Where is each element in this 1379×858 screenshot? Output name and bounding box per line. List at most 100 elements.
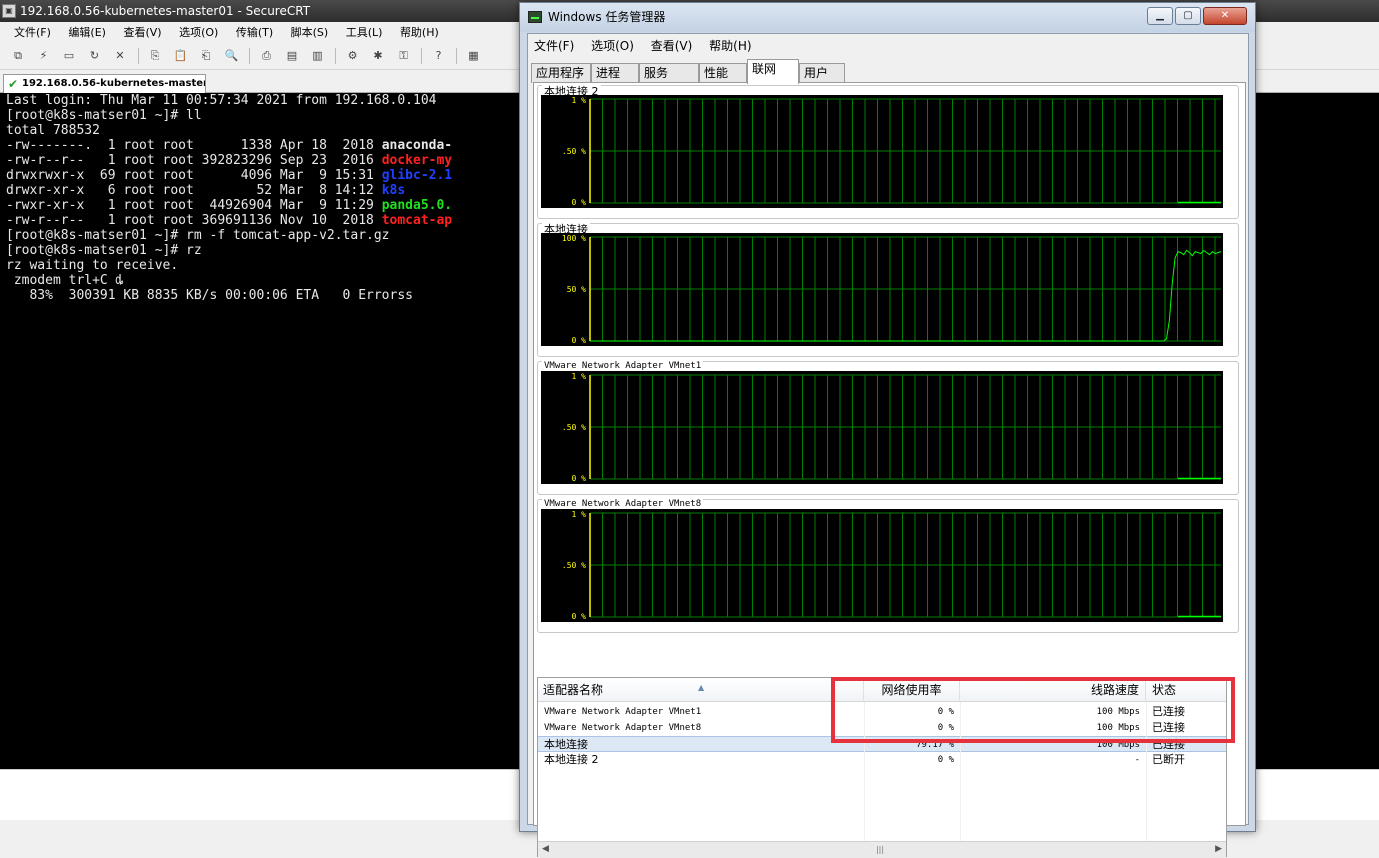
toolbar-separator <box>456 48 457 64</box>
session-tab[interactable]: ✔ 192.168.0.56-kubernetes-master01 <box>3 74 206 93</box>
graph-tick-label: 100 % <box>562 234 586 243</box>
menu-view[interactable]: 查看(V) <box>123 26 161 39</box>
menu-help[interactable]: 帮助(H) <box>400 26 439 39</box>
graph-group: 本地连接 100 % 50 % 0 % <box>537 221 1239 357</box>
graph-tick-label: 0 % <box>572 612 587 621</box>
paste-icon[interactable]: 📋 <box>173 48 189 64</box>
terminal-line: 83% 300391 KB 8835 KB/s 00:00:06 ETA 0 E… <box>6 288 520 303</box>
tm-menu-file[interactable]: 文件(F) <box>534 39 574 53</box>
find-icon[interactable]: 🔍 <box>224 48 240 64</box>
terminal-line-text: -rw-r--r-- 1 root root 369691136 Nov 10 … <box>6 213 382 228</box>
tm-menu-view[interactable]: 查看(V) <box>651 39 693 53</box>
terminal-line-text: rz waiting to receive. <box>6 258 179 273</box>
graph-tick-label: 50 % <box>567 285 586 294</box>
global-options-icon[interactable]: ✱ <box>370 48 386 64</box>
copy-paste-icon[interactable]: ⎗ <box>198 48 214 64</box>
graph-group: VMware Network Adapter VMnet1 1 % .50 % 0 % <box>537 361 1239 495</box>
column-divider <box>1146 702 1147 841</box>
graph-group: VMware Network Adapter VMnet8 1 % .50 % 0 % <box>537 499 1239 633</box>
graph-plot: 1 % .50 % 0 % <box>562 96 1221 207</box>
help-icon[interactable]: ? <box>431 48 447 64</box>
cell-link-speed: - <box>1134 755 1140 765</box>
terminal-output-right[interactable] <box>1255 93 1379 769</box>
column-state[interactable]: 状态 <box>1146 678 1228 702</box>
cell-link-speed: 100 Mbps <box>1096 723 1140 733</box>
terminal-file-name: k8s <box>381 183 406 198</box>
cell-link-speed: 100 Mbps <box>1096 707 1140 717</box>
print-screen-icon[interactable]: ▤ <box>284 48 300 64</box>
column-link-speed[interactable]: 线路速度 <box>960 678 1146 702</box>
close-button[interactable]: ✕ <box>1203 7 1247 25</box>
minimize-button[interactable]: ▁ <box>1147 7 1173 25</box>
menu-transfer[interactable]: 传输(T) <box>236 26 273 39</box>
graph-plot: 1 % .50 % 0 % <box>562 510 1221 621</box>
toolbar-separator <box>137 48 139 64</box>
graph-tick-label: 1 % <box>572 372 587 381</box>
scroll-left-icon[interactable]: ◀ <box>542 844 549 854</box>
table-row[interactable]: VMware Network Adapter VMnet8 0 % 100 Mbps… <box>538 720 1226 736</box>
menu-options[interactable]: 选项(O) <box>179 26 218 39</box>
minimize-icon: ▁ <box>1156 10 1164 21</box>
column-divider <box>864 702 865 846</box>
tm-menu-options[interactable]: 选项(O) <box>591 39 634 53</box>
keymap-icon[interactable]: ⚿ <box>396 48 412 64</box>
table-row[interactable]: VMware Network Adapter VMnet1 0 % 100 Mbps… <box>538 704 1226 720</box>
column-network-usage[interactable]: 网络使用率 <box>864 678 960 702</box>
print-setup-icon[interactable]: ▥ <box>310 48 326 64</box>
terminal-line-text: -rwxr-xr-x 1 root root 44926904 Mar 9 11… <box>6 198 382 213</box>
menu-tools[interactable]: 工具(L) <box>346 26 383 39</box>
tab-processes[interactable]: 进程 <box>591 63 639 83</box>
terminal-line: -rw-------. 1 root root 1338 Apr 18 2018… <box>6 138 520 153</box>
toolbar-separator <box>335 48 336 64</box>
terminal-line-text: drwxrwxr-x 69 root root 4096 Mar 9 15:31 <box>6 168 382 183</box>
terminal-file-name: panda5.0. <box>381 198 453 213</box>
quick-connect-icon[interactable]: ⚡ <box>36 48 52 64</box>
disconnect-icon[interactable]: ✕ <box>112 48 128 64</box>
column-adapter-name[interactable]: 适配器名称 ▲ <box>538 678 864 702</box>
terminal-line-text: 83% 300391 KB 8835 KB/s 00:00:06 ETA 0 E… <box>6 288 413 303</box>
task-manager-title-bar[interactable]: Windows 任务管理器 <box>520 3 1255 32</box>
adapter-table-header: 适配器名称 ▲ 网络使用率 线路速度 状态 <box>538 678 1226 702</box>
maximize-button[interactable]: ▢ <box>1175 7 1201 25</box>
tab-networking[interactable]: 联网 <box>747 59 799 84</box>
terminal-file-name: tomcat-ap <box>381 213 453 228</box>
terminal-line: total 788532 <box>6 123 520 138</box>
terminal-line: rz waiting to receive. <box>6 258 520 273</box>
connect-tab-icon[interactable]: ▭ <box>61 48 77 64</box>
cell-adapter-name: VMware Network Adapter VMnet8 <box>544 723 702 733</box>
toolbar-separator <box>421 48 422 64</box>
terminal-line-text: [root@k8s-matser01 ~]# rm -f tomcat-app-… <box>6 228 390 243</box>
adapter-table[interactable]: 适配器名称 ▲ 网络使用率 线路速度 状态 VMware Network Ada… <box>537 677 1227 858</box>
menu-file[interactable]: 文件(F) <box>14 26 51 39</box>
connect-icon[interactable]: ⧉ <box>10 48 26 64</box>
terminal-line: zmodem trl+C ȡ <box>6 273 520 288</box>
tab-users[interactable]: 用户 <box>799 63 845 83</box>
terminal-line-text: drwxr-xr-x 6 root root 52 Mar 8 14:12 <box>6 183 382 198</box>
scroll-right-icon[interactable]: ▶ <box>1215 844 1222 854</box>
graph-canvas: 1 % .50 % 0 % <box>541 95 1223 208</box>
tab-services[interactable]: 服务 <box>639 63 699 83</box>
tm-menu-help[interactable]: 帮助(H) <box>709 39 751 53</box>
tab-performance[interactable]: 性能 <box>699 63 747 83</box>
graph-tick-label: 0 % <box>572 336 587 345</box>
menu-edit[interactable]: 编辑(E) <box>68 26 106 39</box>
graph-label: VMware Network Adapter VMnet8 <box>542 499 704 509</box>
task-manager-app-icon <box>528 11 542 23</box>
terminal-output[interactable]: Last login: Thu Mar 11 00:57:34 2021 fro… <box>0 93 520 769</box>
cell-state: 已连接 <box>1152 705 1185 718</box>
task-manager-tabs: 应用程序 进程 服务 性能 联网 用户 <box>528 59 1248 84</box>
print-icon[interactable]: ⎙ <box>259 48 275 64</box>
horizontal-scrollbar[interactable]: ◀ ||| ▶ <box>538 841 1226 858</box>
terminal-line: drwxrwxr-x 69 root root 4096 Mar 9 15:31… <box>6 168 520 183</box>
reconnect-icon[interactable]: ↻ <box>87 48 103 64</box>
terminal-line: [root@k8s-matser01 ~]# ll <box>6 108 520 123</box>
table-row[interactable]: 本地连接 79.17 % 100 Mbps 已连接 <box>538 736 1226 752</box>
session-options-icon[interactable]: ⚙ <box>345 48 361 64</box>
table-row[interactable]: 本地连接 2 0 % - 已断开 <box>538 752 1226 768</box>
sftp-icon[interactable]: ▦ <box>466 48 482 64</box>
copy-icon[interactable]: ⎘ <box>147 48 163 64</box>
close-icon: ✕ <box>1220 10 1230 21</box>
menu-script[interactable]: 脚本(S) <box>291 26 329 39</box>
scroll-thumb-grip-icon[interactable]: ||| <box>874 844 886 856</box>
tab-applications[interactable]: 应用程序 <box>531 63 591 83</box>
